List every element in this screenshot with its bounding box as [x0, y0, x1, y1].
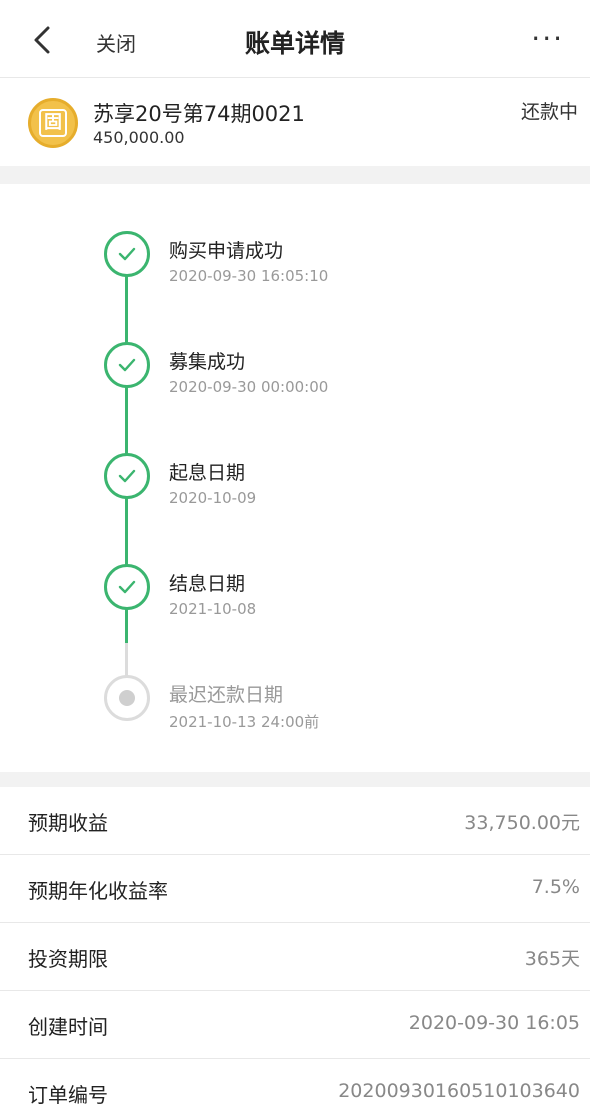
- detail-value: 2020-09-30 16:05: [408, 1012, 580, 1034]
- product-amount: 450,000.00: [93, 128, 185, 147]
- order-details: 预期收益 33,750.00元 预期年化收益率 7.5% 投资期限 365天 创…: [0, 787, 590, 1116]
- detail-row-annual-rate: 预期年化收益率 7.5%: [0, 855, 590, 923]
- timeline-step-time: 2020-10-09: [169, 489, 257, 507]
- progress-timeline: 购买申请成功 2020-09-30 16:05:10 募集成功 2020-09-…: [0, 184, 590, 772]
- coin-icon: 固: [28, 98, 78, 148]
- detail-row-order-number: 订单编号 20200930160510103640: [0, 1059, 590, 1116]
- timeline-step-time: 2020-09-30 00:00:00: [169, 378, 329, 396]
- detail-label: 投资期限: [28, 947, 108, 971]
- detail-label: 创建时间: [28, 1015, 108, 1039]
- timeline-step-label: 起息日期: [169, 462, 246, 484]
- detail-label: 预期年化收益率: [28, 879, 168, 903]
- more-options-icon[interactable]: ···: [531, 22, 564, 55]
- check-circle-icon: [104, 231, 150, 277]
- pending-dot: [119, 690, 135, 706]
- timeline-step-time: 2021-10-13 24:00前: [169, 713, 320, 731]
- page-title: 账单详情: [244, 29, 345, 58]
- coin-glyph: 固: [39, 109, 67, 137]
- status-badge: 还款中: [520, 101, 578, 123]
- detail-row-created-time: 创建时间 2020-09-30 16:05: [0, 991, 590, 1059]
- check-circle-icon: [104, 453, 150, 499]
- timeline-step-label: 募集成功: [169, 351, 246, 373]
- pending-circle-icon: [104, 675, 150, 721]
- timeline-step-label: 购买申请成功: [169, 240, 284, 262]
- product-name: 苏享20号第74期0021: [93, 102, 305, 126]
- detail-value: 33,750.00元: [464, 812, 580, 834]
- detail-value: 7.5%: [531, 876, 580, 898]
- timeline-step-time: 2021-10-08: [169, 600, 257, 618]
- timeline-step-label: 最迟还款日期: [169, 684, 284, 706]
- nav-bar: 关闭 账单详情 ···: [0, 0, 590, 78]
- detail-label: 订单编号: [28, 1083, 108, 1107]
- check-circle-icon: [104, 564, 150, 610]
- timeline-step-label: 结息日期: [169, 573, 246, 595]
- detail-row-expected-income: 预期收益 33,750.00元: [0, 787, 590, 855]
- detail-row-term: 投资期限 365天: [0, 923, 590, 991]
- bill-detail-page: 关闭 账单详情 ··· 固 苏享20号第74期0021 450,000.00 还…: [0, 0, 590, 1116]
- product-card: 固 苏享20号第74期0021 450,000.00 还款中: [0, 78, 590, 166]
- detail-value: 20200930160510103640: [338, 1080, 580, 1102]
- check-circle-icon: [104, 342, 150, 388]
- detail-label: 预期收益: [28, 811, 108, 835]
- timeline-step-time: 2020-09-30 16:05:10: [169, 267, 329, 285]
- detail-value: 365天: [524, 948, 580, 970]
